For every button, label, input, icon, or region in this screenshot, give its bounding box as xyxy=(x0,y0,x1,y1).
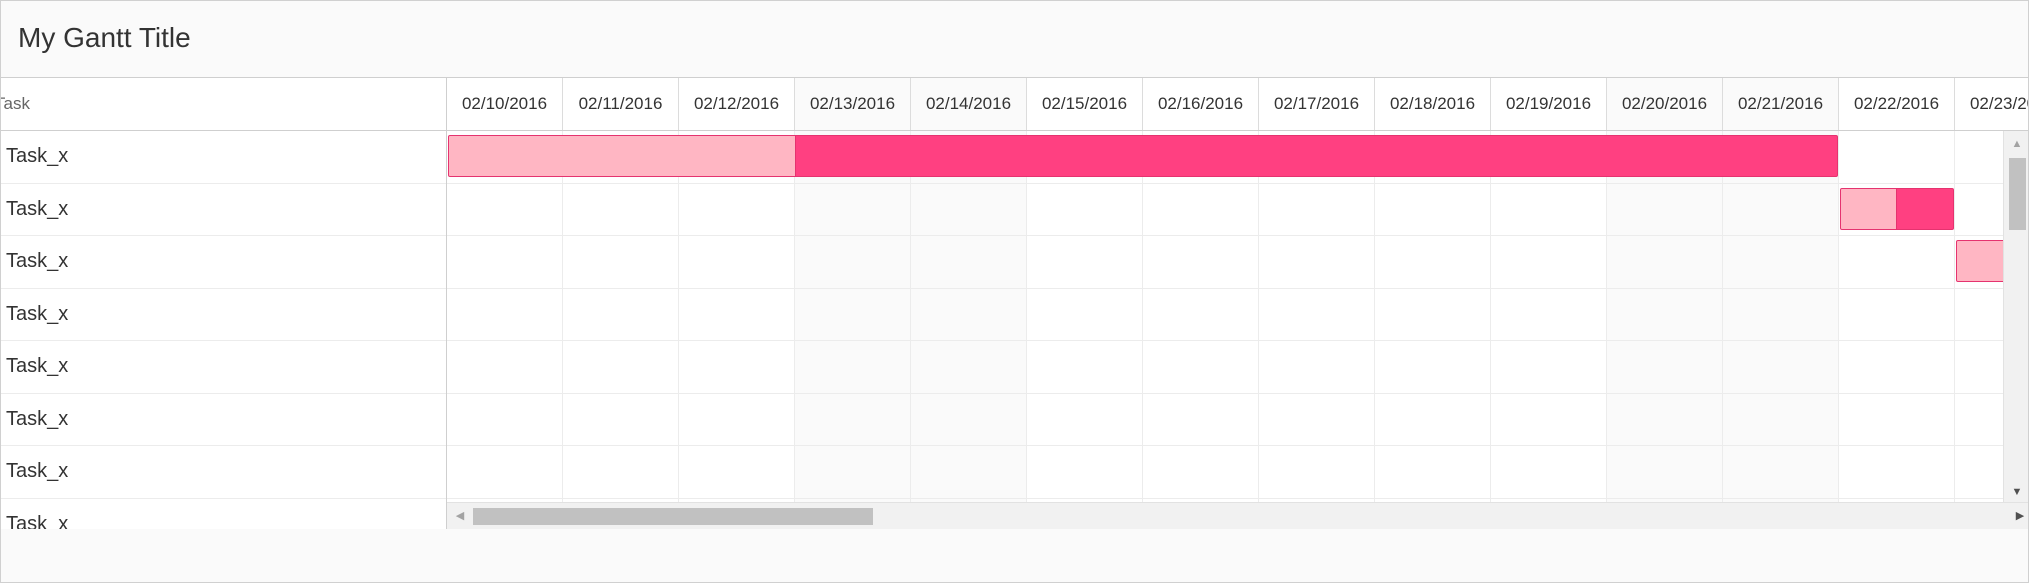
row-divider xyxy=(447,235,2003,236)
gantt-grid: Task Task_xTask_xTask_xTask_xTask_xTask_… xyxy=(1,78,2028,530)
date-header-cell: 02/10/2016 xyxy=(447,78,563,130)
date-header-cell: 02/12/2016 xyxy=(679,78,795,130)
date-header-cell: 02/11/2016 xyxy=(563,78,679,130)
task-name: Task_x xyxy=(6,145,69,167)
date-header-cell: 02/19/2016 xyxy=(1491,78,1607,130)
triangle-right-icon[interactable]: ▶ xyxy=(2010,503,2028,529)
task-row[interactable]: Task_x xyxy=(1,394,446,446)
timeline-header: 02/10/2016 02/11/2016 02/12/2016 02/13/2016… xyxy=(447,78,2028,131)
task-bar[interactable] xyxy=(1840,187,1954,230)
date-column xyxy=(1375,131,1491,502)
date-column xyxy=(563,131,679,502)
row-divider xyxy=(447,182,2003,184)
task-row[interactable]: Task_x xyxy=(1,236,446,289)
date-column xyxy=(447,131,563,502)
chart-body[interactable] xyxy=(447,131,2003,502)
task-list[interactable]: Task_x Task_x Task_x Task_x Task_x Task_x Task… xyxy=(1,131,447,529)
task-name: Task_x xyxy=(6,460,69,482)
task-row[interactable]: Task_x xyxy=(1,446,446,499)
task-name: Task_x xyxy=(6,407,69,430)
date-column xyxy=(1027,131,1143,502)
row-divider xyxy=(447,445,2003,446)
task-row[interactable]: Task_x xyxy=(1,341,446,394)
horizontal-scrollbar[interactable]: ◀ ▶ xyxy=(447,502,2028,529)
date-column xyxy=(1607,131,1723,502)
date-column xyxy=(1143,131,1259,502)
task-name: Task_x xyxy=(6,250,69,272)
task-name: Task_x xyxy=(6,302,69,325)
task-bar-progress xyxy=(449,136,796,177)
gantt-title: My Gantt Title xyxy=(18,22,191,53)
task-bar-progress xyxy=(1957,241,2003,282)
date-column xyxy=(679,131,795,502)
vertical-scroll-thumb[interactable] xyxy=(2009,158,2026,230)
task-row[interactable]: Task_x xyxy=(1,131,446,184)
task-column-header: Task xyxy=(1,78,447,131)
row-divider xyxy=(447,497,2003,499)
task-bar[interactable] xyxy=(448,135,1838,178)
date-header-cell: 02/15/2016 xyxy=(1027,78,1143,130)
task-row[interactable]: Task_x xyxy=(1,499,446,530)
task-row[interactable]: Task_x xyxy=(1,289,446,341)
date-header-cell: 02/20/2016 xyxy=(1607,78,1723,130)
date-column xyxy=(911,131,1027,502)
row-divider xyxy=(447,392,2003,394)
task-name: Task_x xyxy=(6,355,69,377)
date-column xyxy=(1491,131,1607,502)
task-bar-progress xyxy=(1841,188,1897,229)
title-bar: My Gantt Title xyxy=(1,1,2028,78)
vertical-scrollbar[interactable]: ▲ ▼ xyxy=(2003,131,2028,502)
date-column xyxy=(795,131,911,502)
date-header-cell: 02/22/2016 xyxy=(1839,78,1955,130)
date-header-cell: 02/23/2016 xyxy=(1955,78,2028,130)
gantt-chart: My Gantt Title Task Task_xTask_xTask_xTa… xyxy=(0,0,2029,583)
date-header-cell: 02/16/2016 xyxy=(1143,78,1259,130)
gantt-footer xyxy=(1,529,2028,582)
row-divider xyxy=(447,287,2003,289)
date-column xyxy=(1723,131,1839,502)
date-column xyxy=(1955,131,2003,502)
date-header-cell: 02/13/2016 xyxy=(795,78,911,130)
horizontal-scroll-thumb[interactable] xyxy=(473,508,873,525)
task-column-header-label: Task xyxy=(1,94,30,113)
triangle-left-icon[interactable]: ◀ xyxy=(450,503,470,529)
task-bar[interactable] xyxy=(1956,240,2003,283)
date-header-cell: 02/14/2016 xyxy=(911,78,1027,130)
date-header-cell: 02/18/2016 xyxy=(1375,78,1491,130)
date-column xyxy=(1259,131,1375,502)
row-divider xyxy=(447,340,2003,341)
triangle-down-icon[interactable]: ▼ xyxy=(2004,482,2028,502)
task-name: Task_x xyxy=(6,197,69,220)
date-column xyxy=(1839,131,1955,502)
triangle-up-icon[interactable]: ▲ xyxy=(2004,134,2028,154)
date-header-cell: 02/17/2016 xyxy=(1259,78,1375,130)
task-name: Task_x xyxy=(6,512,69,530)
task-row[interactable]: Task_x xyxy=(1,184,446,236)
date-header-cell: 02/21/2016 xyxy=(1723,78,1839,130)
